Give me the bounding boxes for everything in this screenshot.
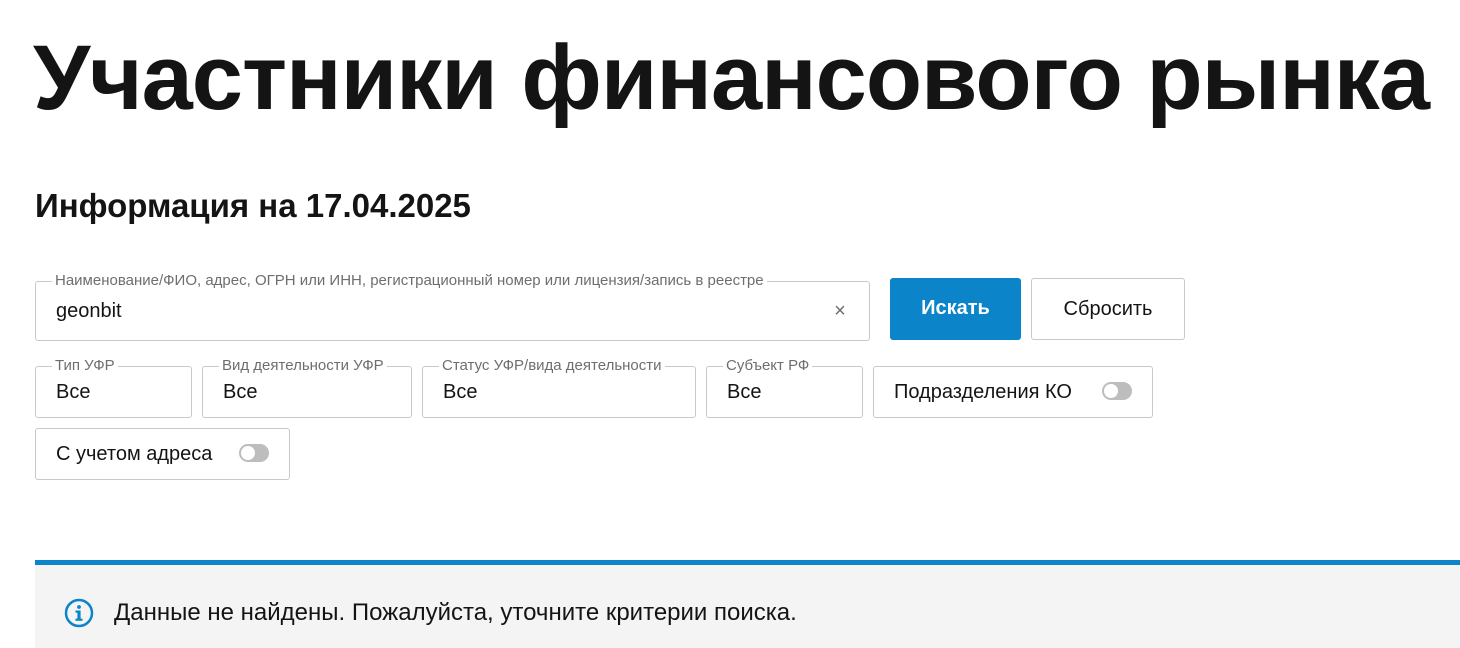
reset-button[interactable]: Сбросить	[1031, 278, 1185, 340]
activity-type-select[interactable]: Вид деятельности УФР Все	[202, 357, 412, 418]
toggle-knob	[1104, 384, 1118, 398]
status-select[interactable]: Статус УФР/вида деятельности Все	[422, 357, 696, 418]
search-field[interactable]: Наименование/ФИО, адрес, ОГРН или ИНН, р…	[35, 272, 870, 341]
toggle-knob	[241, 446, 255, 460]
status-label: Статус УФР/вида деятельности	[439, 357, 665, 375]
clear-icon[interactable]: ×	[833, 299, 847, 323]
page-title: Участники финансового рынка	[33, 27, 1430, 129]
region-label: Субъект РФ	[723, 357, 813, 375]
region-value: Все	[727, 381, 762, 403]
alert-message: Данные не найдены. Пожалуйста, уточните …	[114, 599, 797, 626]
region-select[interactable]: Субъект РФ Все	[706, 357, 863, 418]
no-results-alert: Данные не найдены. Пожалуйста, уточните …	[35, 560, 1460, 648]
ufr-type-label: Тип УФР	[52, 357, 118, 375]
search-button[interactable]: Искать	[890, 278, 1021, 340]
status-value: Все	[443, 381, 478, 403]
info-date-heading: Информация на 17.04.2025	[35, 187, 471, 224]
with-address-toggle[interactable]	[239, 444, 269, 462]
with-address-label: С учетом адреса	[56, 443, 213, 465]
ufr-type-value: Все	[56, 381, 91, 403]
activity-type-value: Все	[223, 381, 258, 403]
ko-divisions-filter[interactable]: Подразделения КО	[873, 366, 1153, 418]
search-input[interactable]: geonbit	[56, 299, 122, 323]
ko-divisions-toggle[interactable]	[1102, 382, 1132, 400]
ufr-type-select[interactable]: Тип УФР Все	[35, 357, 192, 418]
activity-type-label: Вид деятельности УФР	[219, 357, 387, 375]
with-address-filter[interactable]: С учетом адреса	[35, 428, 290, 480]
info-icon	[64, 598, 94, 628]
search-field-label: Наименование/ФИО, адрес, ОГРН или ИНН, р…	[52, 272, 767, 290]
ko-divisions-label: Подразделения КО	[894, 381, 1072, 403]
